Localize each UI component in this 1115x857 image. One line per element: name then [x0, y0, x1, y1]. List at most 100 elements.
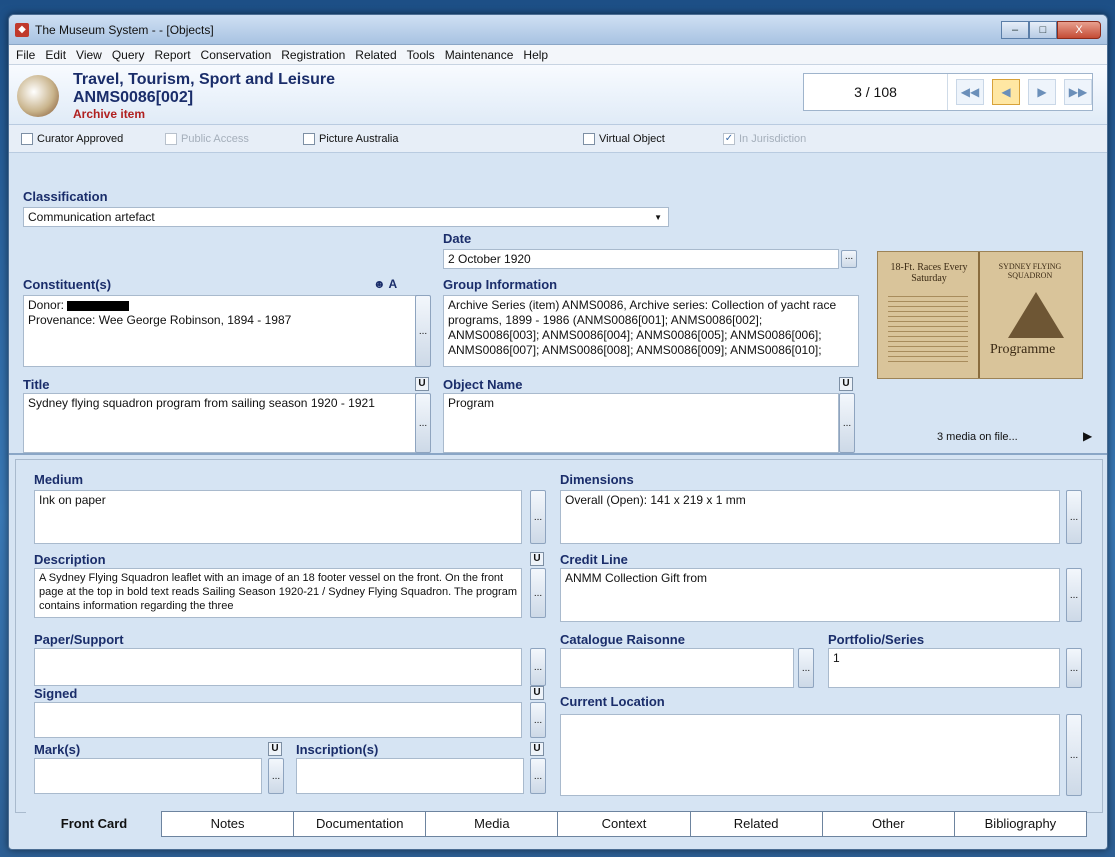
marks-u-button[interactable]: U: [268, 742, 282, 756]
classification-label: Classification: [23, 189, 108, 204]
menu-conservation[interactable]: Conservation: [201, 48, 272, 62]
credit-line-field[interactable]: ANMM Collection Gift from: [560, 568, 1060, 622]
thumb-sail-shape: [1008, 292, 1064, 338]
signed-field[interactable]: [34, 702, 522, 738]
object-type-icon: [17, 75, 59, 117]
thumb-heading-right: SYDNEY FLYING SQUADRON: [998, 262, 1062, 280]
signed-ellipsis-button[interactable]: ...: [530, 702, 546, 738]
virtual-object-checkbox[interactable]: Virtual Object: [583, 132, 665, 145]
menu-query[interactable]: Query: [112, 48, 145, 62]
credit-ellipsis-button[interactable]: ...: [1066, 568, 1082, 622]
last-record-icon[interactable]: ▶▶: [1064, 79, 1092, 105]
date-label: Date: [443, 231, 472, 246]
tab-bibliography[interactable]: Bibliography: [953, 811, 1087, 837]
description-ellipsis-button[interactable]: ...: [530, 568, 546, 618]
inscriptions-field[interactable]: [296, 758, 524, 794]
marks-ellipsis-button[interactable]: ...: [268, 758, 284, 794]
object-name-u-button[interactable]: U: [839, 377, 853, 391]
group-info-field[interactable]: Archive Series (item) ANMS0086, Archive …: [443, 295, 859, 367]
main-window: ◆ The Museum System - - [Objects] – □ X …: [8, 14, 1108, 850]
constituents-ellipsis-button[interactable]: ...: [415, 295, 431, 367]
paper-support-label: Paper/Support: [34, 632, 124, 647]
location-ellipsis-button[interactable]: ...: [1066, 714, 1082, 796]
medium-label: Medium: [34, 472, 84, 487]
group-info-label: Group Information: [443, 277, 558, 292]
constituents-field[interactable]: Donor: Provenance: Wee George Robinson, …: [23, 295, 417, 367]
tab-related[interactable]: Related: [689, 811, 823, 837]
menu-report[interactable]: Report: [155, 48, 191, 62]
tab-front-card[interactable]: Front Card: [26, 811, 162, 837]
constituent-person-icon[interactable]: ☻ A: [373, 277, 397, 291]
description-field[interactable]: A Sydney Flying Squadron leaflet with an…: [34, 568, 522, 618]
picture-australia-checkbox[interactable]: Picture Australia: [303, 132, 398, 145]
menu-maintenance[interactable]: Maintenance: [445, 48, 514, 62]
paper-ellipsis-button[interactable]: ...: [530, 648, 546, 686]
menu-view[interactable]: View: [76, 48, 102, 62]
portfolio-ellipsis-button[interactable]: ...: [1066, 648, 1082, 688]
in-jurisdiction-checkbox: ✓ In Jurisdiction: [723, 132, 807, 145]
public-access-checkbox: Public Access: [165, 132, 249, 145]
constituents-label: Constituent(s): [23, 277, 112, 292]
menu-related[interactable]: Related: [355, 48, 396, 62]
signed-u-button[interactable]: U: [530, 686, 544, 700]
inscriptions-u-button[interactable]: U: [530, 742, 544, 756]
upper-panel: Classification Communication artefact ▼ D…: [9, 179, 1107, 455]
first-record-icon[interactable]: ◀◀: [956, 79, 984, 105]
tab-documentation[interactable]: Documentation: [293, 811, 427, 837]
record-subtitle: Archive item: [73, 107, 146, 121]
description-label: Description: [34, 552, 106, 567]
description-u-button[interactable]: U: [530, 552, 544, 566]
tab-other[interactable]: Other: [821, 811, 955, 837]
title-label: Title: [23, 377, 50, 392]
maximize-button[interactable]: □: [1029, 20, 1057, 39]
tab-context[interactable]: Context: [557, 811, 691, 837]
medium-ellipsis-button[interactable]: ...: [530, 490, 546, 544]
previous-record-icon[interactable]: ◀: [992, 79, 1020, 105]
date-ellipsis-button[interactable]: ...: [841, 250, 857, 268]
portfolio-series-label: Portfolio/Series: [828, 632, 925, 647]
portfolio-series-field[interactable]: 1: [828, 648, 1060, 688]
credit-line-label: Credit Line: [560, 552, 628, 567]
media-count-text[interactable]: 3 media on file...: [937, 431, 1018, 443]
next-record-icon[interactable]: ▶: [1028, 79, 1056, 105]
menu-registration[interactable]: Registration: [281, 48, 345, 62]
minimize-button[interactable]: –: [1001, 20, 1029, 39]
inscriptions-label: Inscription(s): [296, 742, 379, 757]
curator-approved-checkbox[interactable]: Curator Approved: [21, 132, 123, 145]
menu-bar: File Edit View Query Report Conservation…: [9, 45, 1107, 65]
menu-help[interactable]: Help: [523, 48, 548, 62]
redacted-donor: [67, 300, 130, 311]
title-u-button[interactable]: U: [415, 377, 429, 391]
menu-tools[interactable]: Tools: [407, 48, 435, 62]
close-button[interactable]: X: [1057, 20, 1101, 39]
classification-dropdown[interactable]: Communication artefact ▼: [23, 207, 669, 227]
thumb-programme: Programme: [990, 342, 1056, 357]
catalogue-raisonne-field[interactable]: [560, 648, 794, 688]
media-next-icon[interactable]: ▶: [1083, 429, 1092, 443]
object-name-field[interactable]: Program: [443, 393, 839, 453]
tab-media[interactable]: Media: [425, 811, 559, 837]
tab-notes[interactable]: Notes: [161, 811, 295, 837]
current-location-field[interactable]: [560, 714, 1060, 796]
window-title: The Museum System - - [Objects]: [35, 22, 214, 37]
menu-edit[interactable]: Edit: [45, 48, 66, 62]
catalogue-ellipsis-button[interactable]: ...: [798, 648, 814, 688]
title-field[interactable]: Sydney flying squadron program from sail…: [23, 393, 417, 453]
inscriptions-ellipsis-button[interactable]: ...: [530, 758, 546, 794]
marks-field[interactable]: [34, 758, 262, 794]
media-thumbnail[interactable]: 18-Ft. Races Every Saturday SYDNEY FLYIN…: [877, 251, 1083, 379]
date-field[interactable]: 2 October 1920: [443, 249, 839, 269]
catalogue-raisonne-label: Catalogue Raisonne: [560, 632, 685, 647]
title-ellipsis-button[interactable]: ...: [415, 393, 431, 453]
tab-strip: Front Card Notes Documentation Media Con…: [26, 811, 1087, 837]
dimensions-field[interactable]: Overall (Open): 141 x 219 x 1 mm: [560, 490, 1060, 544]
title-bar[interactable]: ◆ The Museum System - - [Objects] – □ X: [9, 15, 1107, 45]
dimensions-ellipsis-button[interactable]: ...: [1066, 490, 1082, 544]
medium-field[interactable]: Ink on paper: [34, 490, 522, 544]
app-icon: ◆: [15, 22, 29, 37]
menu-file[interactable]: File: [16, 48, 35, 62]
object-name-ellipsis-button[interactable]: ...: [839, 393, 855, 453]
object-name-label: Object Name: [443, 377, 523, 392]
paper-support-field[interactable]: [34, 648, 522, 686]
marks-label: Mark(s): [34, 742, 81, 757]
